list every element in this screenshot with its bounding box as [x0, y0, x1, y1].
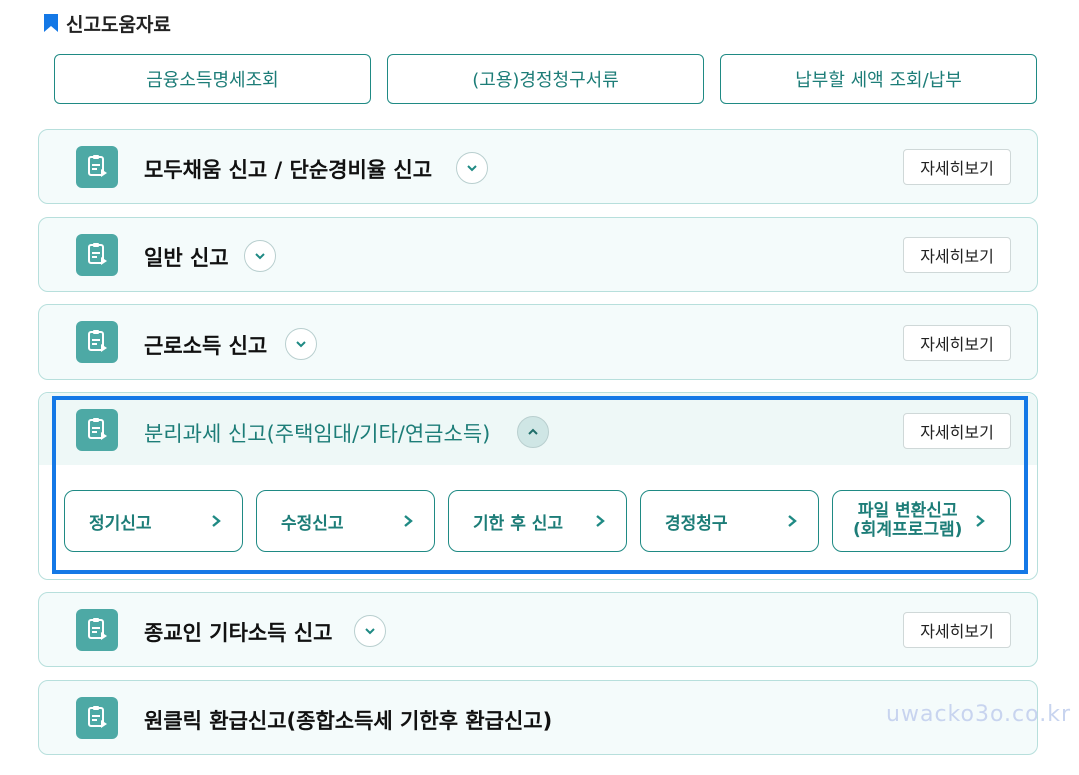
sub-button-label-two-line: 파일 변환신고 (회계프로그램) [853, 502, 962, 540]
document-icon [76, 697, 118, 739]
chevron-right-icon [212, 515, 221, 527]
details-button[interactable]: 자세히보기 [903, 413, 1011, 449]
sub-button-label: 기한 후 신고 [473, 513, 564, 534]
card-title: 분리과세 신고(주택임대/기타/연금소득) [144, 422, 491, 446]
chevron-right-icon [788, 515, 797, 527]
sub-button-label: 정기신고 [89, 513, 152, 534]
card-title: 원클릭 환급신고(종합소득세 기한후 환급신고) [144, 709, 553, 733]
chevron-right-icon [976, 515, 985, 527]
late-filing-button[interactable]: 기한 후 신고 [448, 490, 627, 552]
document-icon [76, 146, 118, 188]
details-button[interactable]: 자세히보기 [903, 325, 1011, 361]
regular-filing-button[interactable]: 정기신고 [64, 490, 243, 552]
details-button[interactable]: 자세히보기 [903, 612, 1011, 648]
chevron-right-icon [404, 515, 413, 527]
details-button[interactable]: 자세히보기 [903, 237, 1011, 273]
sub-button-label-line2: (회계프로그램) [853, 520, 963, 540]
document-icon [76, 609, 118, 651]
sub-button-label-line1: 파일 변환신고 [857, 501, 958, 521]
amended-filing-button[interactable]: 수정신고 [256, 490, 435, 552]
card-title: 일반 신고 [144, 246, 229, 270]
bookmark-icon [44, 14, 58, 32]
chevron-down-icon[interactable] [456, 152, 488, 184]
tax-payment-button[interactable]: 납부할 세액 조회/납부 [720, 54, 1037, 104]
chevron-down-icon[interactable] [354, 615, 386, 647]
document-icon [76, 321, 118, 363]
financial-income-statement-button[interactable]: 금융소득명세조회 [54, 54, 371, 104]
chevron-right-icon [596, 515, 605, 527]
details-button[interactable]: 자세히보기 [903, 149, 1011, 185]
document-icon [76, 409, 118, 451]
card-religious-income-filing: 종교인 기타소득 신고 자세히보기 [38, 592, 1038, 667]
card-separate-taxation-filing: 분리과세 신고(주택임대/기타/연금소득) 자세히보기 정기신고 수정신고 기한… [38, 392, 1038, 580]
card-general-filing: 일반 신고 자세히보기 [38, 217, 1038, 292]
card-title: 근로소득 신고 [144, 334, 268, 358]
sub-button-label: 수정신고 [281, 513, 344, 534]
card-earned-income-filing: 근로소득 신고 자세히보기 [38, 304, 1038, 380]
card-title: 모두채움 신고 / 단순경비율 신고 [144, 158, 433, 182]
correction-claim-button[interactable]: 경정청구 [640, 490, 819, 552]
chevron-down-icon[interactable] [285, 328, 317, 360]
card-title: 종교인 기타소득 신고 [144, 621, 333, 645]
chevron-up-icon[interactable] [517, 416, 549, 448]
correction-claim-documents-button[interactable]: (고용)경정청구서류 [387, 54, 704, 104]
section-title: 신고도움자료 [66, 13, 171, 36]
watermark: uwacko3o.co.kr [886, 702, 1071, 727]
section-header: 신고도움자료 [44, 10, 171, 36]
chevron-down-icon[interactable] [244, 240, 276, 272]
sub-button-label: 경정청구 [665, 513, 728, 534]
file-conversion-filing-button[interactable]: 파일 변환신고 (회계프로그램) [832, 490, 1011, 552]
document-icon [76, 234, 118, 276]
card-simple-filing: 모두채움 신고 / 단순경비율 신고 자세히보기 [38, 129, 1038, 204]
